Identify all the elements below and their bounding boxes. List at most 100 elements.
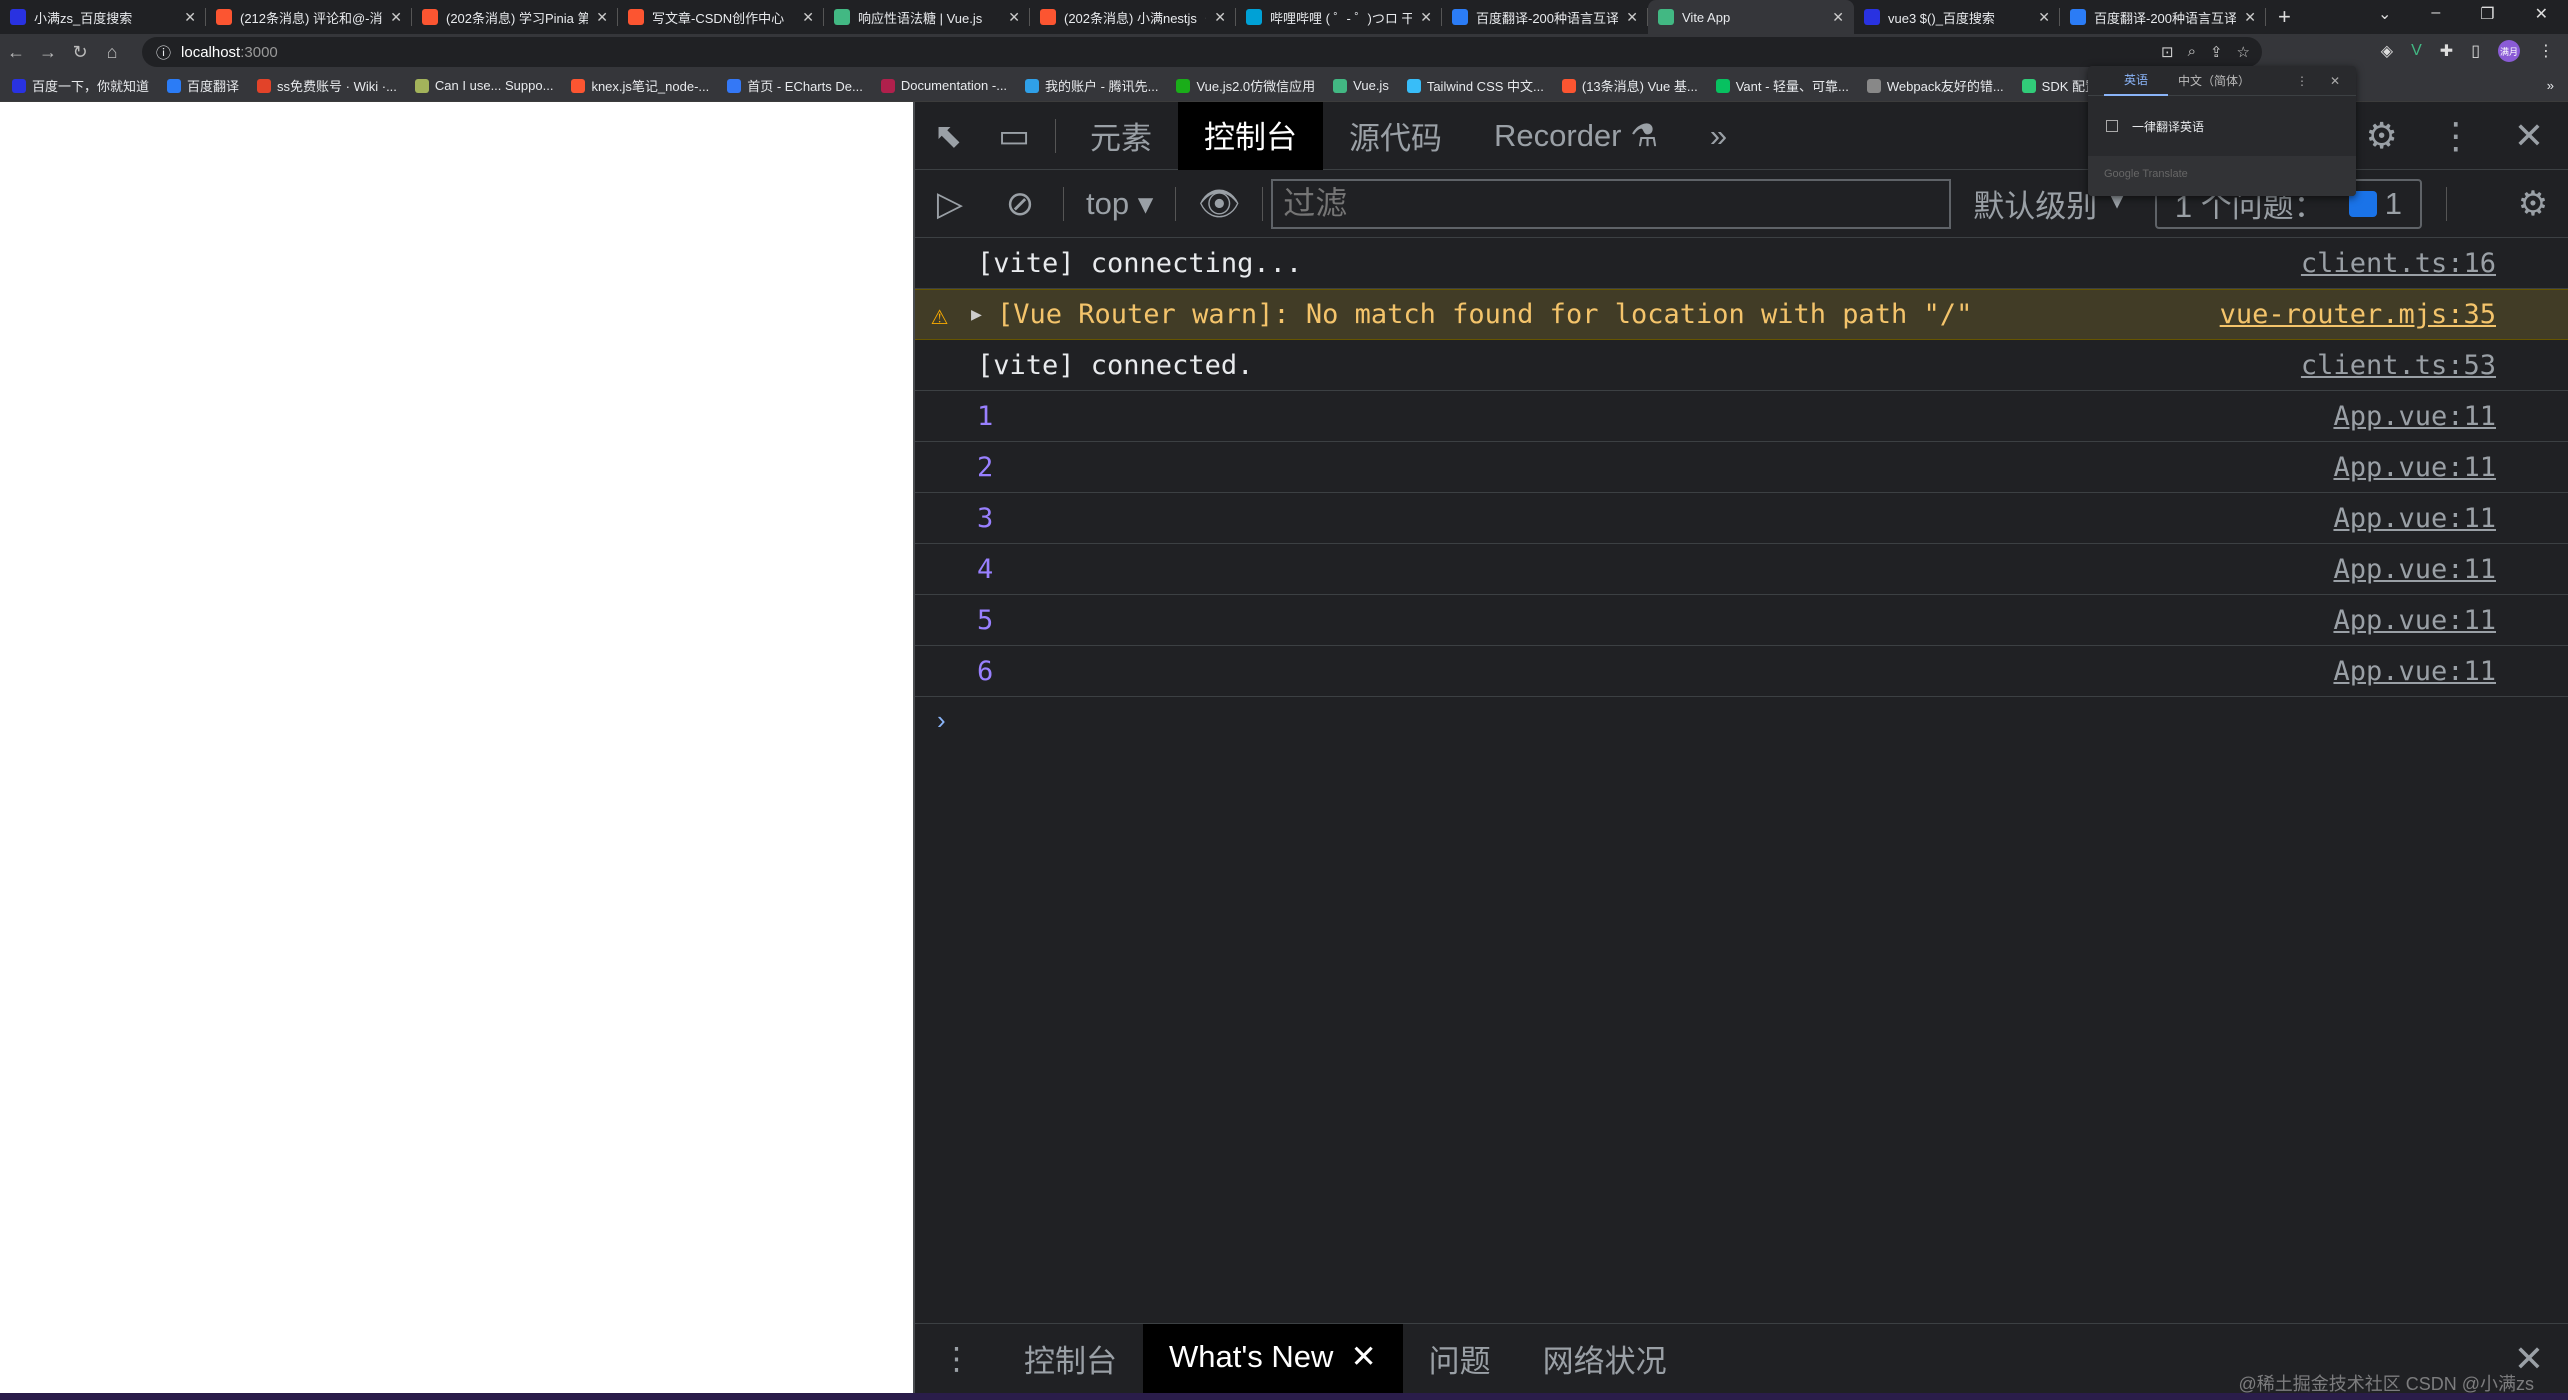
avatar[interactable]: 满月	[2498, 40, 2520, 62]
bookmark-item[interactable]: knex.js笔记_node-...	[571, 76, 709, 95]
device-toolbar-icon[interactable]: ▭	[981, 116, 1047, 156]
bookmark-item[interactable]: 百度翻译	[167, 76, 239, 95]
bookmark-item[interactable]: Webpack友好的错...	[1866, 76, 2004, 95]
close-devtools-icon[interactable]: ✕	[2514, 115, 2544, 157]
vue-devtools-icon[interactable]: V	[2411, 42, 2422, 60]
settings-icon[interactable]: ⚙	[2366, 115, 2398, 157]
share-icon[interactable]: ⇪	[2210, 43, 2223, 61]
star-icon[interactable]: ☆	[2237, 43, 2250, 61]
console-message: 6 App.vue:11	[915, 646, 2568, 697]
translate-icon[interactable]: ⊡	[2161, 43, 2174, 61]
sidebar-toggle-icon[interactable]: ▷	[915, 184, 985, 224]
menu-icon[interactable]: ⋮	[2538, 41, 2554, 61]
browser-tab[interactable]: 百度翻译-200种语言互译 ✕	[1442, 0, 1648, 34]
close-tab-icon[interactable]: ✕	[1214, 9, 1226, 26]
browser-tab[interactable]: 写文章-CSDN创作中心 ✕	[618, 0, 824, 34]
tab-elements[interactable]: 元素	[1064, 102, 1178, 170]
source-link[interactable]: client.ts:53	[2301, 350, 2496, 381]
browser-tab[interactable]: (202条消息) 小满nestjs（ ✕	[1030, 0, 1236, 34]
puzzle-icon[interactable]: ✚	[2440, 41, 2453, 61]
reload-button[interactable]: ↻	[64, 42, 96, 63]
source-link[interactable]: vue-router.mjs:35	[2220, 299, 2496, 330]
tab-console[interactable]: 控制台	[1178, 101, 1323, 170]
source-link[interactable]: App.vue:11	[2333, 656, 2496, 687]
close-tab-icon[interactable]: ✕	[596, 9, 608, 26]
tab-search-icon[interactable]: ⌄	[2378, 4, 2391, 24]
source-link[interactable]: client.ts:16	[2301, 248, 2496, 279]
close-tab-icon[interactable]: ✕	[1420, 9, 1432, 26]
bookmark-item[interactable]: ss免费账号 · Wiki ·...	[257, 76, 397, 95]
close-window-button[interactable]: ✕	[2535, 4, 2548, 24]
close-tab-icon[interactable]: ✕	[1351, 1339, 1377, 1375]
bookmark-item[interactable]: Tailwind CSS 中文...	[1406, 76, 1544, 95]
csdn-icon	[422, 9, 438, 25]
close-tab-icon[interactable]: ✕	[2244, 9, 2256, 26]
bookmark-item[interactable]: 首页 - ECharts De...	[727, 76, 863, 95]
browser-tab[interactable]: (212条消息) 评论和@-消息 ✕	[206, 0, 412, 34]
restore-button[interactable]: ❐	[2480, 4, 2494, 24]
translate-tab-english[interactable]: 英语	[2104, 65, 2168, 96]
more-tabs-icon[interactable]: »	[1684, 102, 1753, 170]
forward-button[interactable]: →	[32, 42, 64, 63]
source-link[interactable]: App.vue:11	[2333, 554, 2496, 585]
console-prompt[interactable]: ›	[915, 697, 2568, 736]
inspect-icon[interactable]: ⬉	[915, 116, 981, 156]
drawer-menu-icon[interactable]: ⋮	[915, 1324, 998, 1394]
bookmark-item[interactable]: 我的账户 - 腾讯先...	[1025, 76, 1158, 95]
back-button[interactable]: ←	[0, 42, 32, 63]
close-tab-icon[interactable]: ✕	[390, 9, 402, 26]
tab-title: (202条消息) 小满nestjs（	[1064, 10, 1207, 26]
close-tab-icon[interactable]: ✕	[184, 9, 196, 26]
always-translate-checkbox[interactable]	[2106, 120, 2118, 132]
tab-recorder[interactable]: Recorder ⚗	[1468, 102, 1684, 170]
close-tab-icon[interactable]: ✕	[1626, 9, 1638, 26]
tab-sources[interactable]: 源代码	[1323, 102, 1468, 170]
minimize-button[interactable]: –	[2431, 4, 2440, 24]
browser-tab[interactable]: (202条消息) 学习Pinia 第 ✕	[412, 0, 618, 34]
bookmark-item[interactable]: Documentation -...	[880, 78, 1007, 93]
browser-tab[interactable]: Vite App ✕	[1648, 0, 1854, 34]
close-tab-icon[interactable]: ✕	[2038, 9, 2050, 26]
translate-close-icon[interactable]: ✕	[2330, 74, 2340, 88]
source-link[interactable]: App.vue:11	[2333, 605, 2496, 636]
new-tab-button[interactable]: +	[2266, 4, 2303, 30]
filter-input[interactable]	[1271, 178, 1952, 229]
home-button[interactable]: ⌂	[96, 42, 128, 63]
console-settings-icon[interactable]: ⚙	[2498, 184, 2568, 224]
source-link[interactable]: App.vue:11	[2333, 503, 2496, 534]
bookmark-item[interactable]: (13条消息) Vue 基...	[1561, 76, 1698, 95]
bookmark-item[interactable]: Vue.js2.0仿微信应用	[1176, 76, 1315, 95]
extension-icon[interactable]: ◈	[2381, 41, 2393, 61]
address-input[interactable]: ⓘ localhost:3000 ⊡ ⌕ ⇪ ☆	[142, 37, 2262, 67]
bookmark-item[interactable]: Vant - 轻量、可靠...	[1715, 76, 1849, 95]
drawer-tab-issues[interactable]: 问题	[1403, 1324, 1517, 1394]
bookmark-item[interactable]: Vue.js	[1333, 78, 1389, 93]
clear-console-icon[interactable]: ⊘	[985, 184, 1055, 224]
bookmark-item[interactable]: Can I use... Suppo...	[414, 78, 553, 93]
bookmark-item[interactable]: 百度一下，你就知道	[12, 76, 149, 95]
zoom-icon[interactable]: ⌕	[2188, 43, 2196, 61]
close-tab-icon[interactable]: ✕	[1832, 9, 1844, 26]
close-tab-icon[interactable]: ✕	[1008, 9, 1020, 26]
sidepanel-icon[interactable]: ▯	[2471, 41, 2480, 61]
more-bookmarks-icon[interactable]: »	[2547, 78, 2568, 93]
eye-icon[interactable]: 👁	[1184, 184, 1254, 224]
close-tab-icon[interactable]: ✕	[802, 9, 814, 26]
browser-tab[interactable]: 哔哩哔哩 ( ゜- ゜)つロ 干杯 ✕	[1236, 0, 1442, 34]
drawer-tab-network-conditions[interactable]: 网络状况	[1517, 1324, 1693, 1394]
drawer-tab-whats-new[interactable]: What's New ✕	[1143, 1323, 1403, 1394]
browser-tab[interactable]: 响应性语法糖 | Vue.js ✕	[824, 0, 1030, 34]
drawer-tab-console[interactable]: 控制台	[998, 1324, 1143, 1394]
context-selector[interactable]: top ▾	[1072, 186, 1167, 222]
info-icon[interactable]: ⓘ	[156, 42, 171, 63]
bookmark-favicon-icon	[727, 78, 742, 93]
browser-tab[interactable]: vue3 $()_百度搜索 ✕	[1854, 0, 2060, 34]
browser-tab[interactable]: 小满zs_百度搜索 ✕	[0, 0, 206, 34]
source-link[interactable]: App.vue:11	[2333, 401, 2496, 432]
source-link[interactable]: App.vue:11	[2333, 452, 2496, 483]
more-options-icon[interactable]: ⋮	[2438, 115, 2474, 157]
browser-tab[interactable]: 百度翻译-200种语言互译 ✕	[2060, 0, 2266, 34]
expand-triangle-icon[interactable]: ▶	[971, 304, 997, 325]
translate-tab-chinese[interactable]: 中文（简体）	[2168, 66, 2260, 95]
translate-options-icon[interactable]: ⋮	[2296, 74, 2308, 88]
